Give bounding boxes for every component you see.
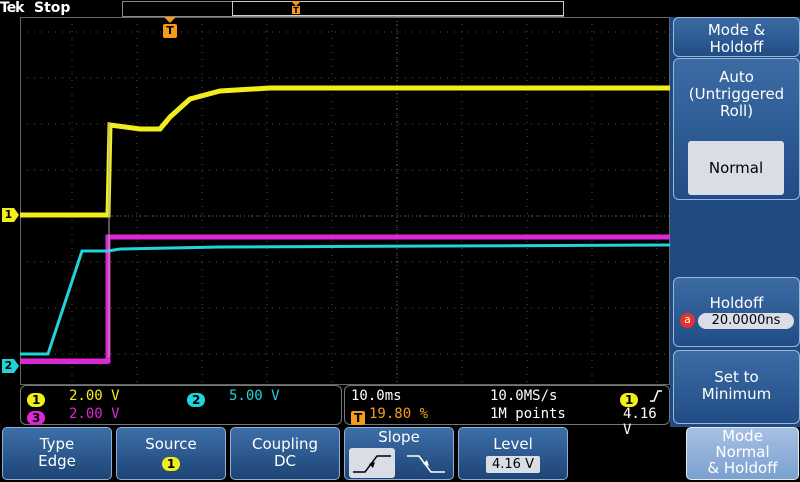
auto-option-line1: Auto <box>719 68 754 86</box>
ch2-badge[interactable]: 2 <box>187 393 206 407</box>
level-label: Level <box>493 435 533 453</box>
source-button[interactable]: Source 1 <box>116 427 226 480</box>
level-value: 4.16 V <box>486 456 540 473</box>
knob-a-icon: a <box>680 313 695 328</box>
rising-slope-icon <box>353 455 391 473</box>
sample-rate: 10.0MS/s <box>490 388 558 404</box>
type-button[interactable]: Type Edge <box>2 427 112 480</box>
ch3-badge[interactable]: 3 <box>27 411 46 425</box>
waveform-display[interactable] <box>20 17 671 385</box>
auto-option-line3: Roll) <box>719 102 754 120</box>
trigger-level-readout: 4.16 V <box>623 406 657 438</box>
record-length: 1M points <box>490 406 566 422</box>
time-scale: 10.0ms <box>351 388 402 404</box>
svg-text:T: T <box>293 6 299 15</box>
run-state: Stop <box>34 0 71 16</box>
holdoff-button[interactable]: Holdoff a 20.0000ns <box>673 277 800 347</box>
holdoff-value: 20.0000ns <box>698 313 794 329</box>
ch3-trace <box>20 234 670 364</box>
ch1-badge[interactable]: 1 <box>27 393 46 407</box>
mode-value-1: Normal <box>715 443 770 461</box>
level-button[interactable]: Level 4.16 V <box>458 427 568 480</box>
trigger-source-badge: 1 <box>620 393 639 407</box>
mode-value-2: & Holdoff <box>707 459 778 477</box>
ch2-scale: 5.00 V <box>229 388 280 404</box>
ch3-scale: 2.00 V <box>69 406 120 422</box>
ch1-trace <box>20 85 670 218</box>
trigger-icon: T <box>351 411 366 425</box>
trigger-marker-label: T <box>166 24 174 37</box>
ch2-trace <box>20 243 671 356</box>
holdoff-label: Holdoff <box>709 294 764 312</box>
coupling-value: DC <box>273 452 297 470</box>
trigger-position: 19.80 % <box>369 406 429 422</box>
graticule <box>20 17 671 385</box>
set-to-minimum-button[interactable]: Set to Minimum <box>673 350 800 424</box>
slope-button[interactable]: Slope <box>344 427 454 480</box>
channel-readout-panel: 1 2.00 V 2 5.00 V 3 2.00 V <box>20 385 342 425</box>
record-view-window <box>232 1 564 16</box>
normal-option[interactable]: Normal <box>688 141 784 195</box>
trigger-mode-button[interactable]: Auto (Untriggered Roll) Normal <box>673 58 800 200</box>
set-min-line1: Set to <box>714 368 759 386</box>
falling-slope-option[interactable] <box>403 448 449 478</box>
type-value: Edge <box>38 452 76 470</box>
timebase-readout-panel: 10.0ms 10.0MS/s 1 T 19.80 % 1M points 4.… <box>344 385 670 438</box>
rising-edge-icon <box>649 388 663 402</box>
record-trigger-position-icon: T <box>290 0 302 15</box>
falling-slope-icon <box>407 455 445 473</box>
side-title-line2: Holdoff <box>709 38 764 56</box>
ch1-marker[interactable]: 1 <box>2 208 19 222</box>
source-value: 1 <box>161 457 181 471</box>
set-min-line2: Minimum <box>701 385 772 403</box>
auto-option-line2: (Untriggered <box>688 85 785 103</box>
mode-label: Mode <box>722 427 763 445</box>
slope-label: Slope <box>378 428 420 446</box>
side-title-line1: Mode & <box>707 21 766 39</box>
ch1-scale: 2.00 V <box>69 388 120 404</box>
brand-logo: Tek <box>0 0 24 16</box>
trigger-position-marker[interactable]: T <box>162 17 178 39</box>
coupling-label: Coupling <box>251 435 319 453</box>
rising-slope-option[interactable] <box>349 448 395 478</box>
side-menu-title: Mode & Holdoff <box>673 17 800 57</box>
source-label: Source <box>145 435 197 453</box>
coupling-button[interactable]: Coupling DC <box>230 427 340 480</box>
mode-holdoff-button[interactable]: Mode Normal & Holdoff <box>686 427 799 480</box>
ch2-marker[interactable]: 2 <box>2 359 19 373</box>
type-label: Type <box>39 435 75 453</box>
